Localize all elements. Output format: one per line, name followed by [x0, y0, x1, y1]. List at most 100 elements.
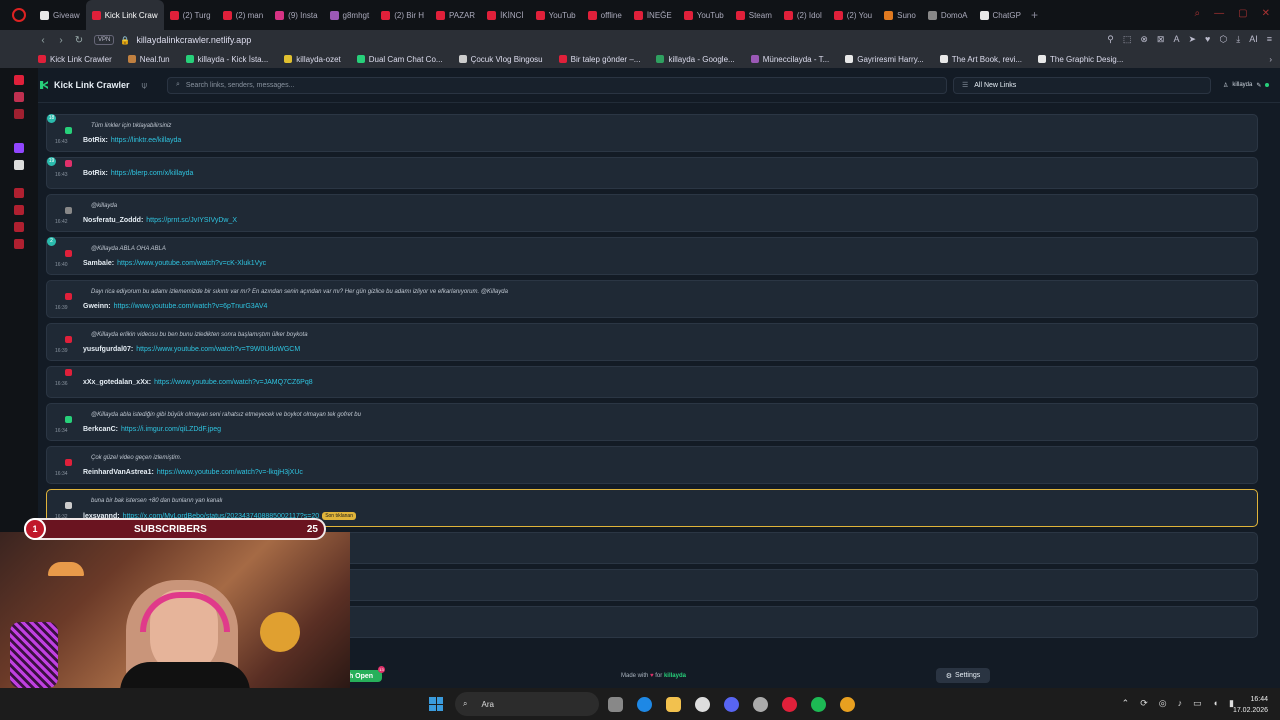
- windows-start-icon[interactable]: [429, 697, 443, 711]
- steam-tray-icon[interactable]: ◎: [1159, 698, 1167, 709]
- vpn-badge[interactable]: VPN: [94, 35, 115, 45]
- opera-logo-icon[interactable]: [12, 8, 26, 22]
- block-icon[interactable]: ⊗: [1140, 34, 1148, 45]
- bookmark-item[interactable]: killayda-ozet: [276, 55, 348, 64]
- reload-icon[interactable]: ↻: [70, 35, 88, 46]
- url-field[interactable]: killaydalinkcrawler.netlify.app: [136, 35, 251, 45]
- chrome-icon[interactable]: [840, 697, 855, 712]
- settings-button[interactable]: ⚙ Settings: [936, 668, 990, 683]
- bookmark-item[interactable]: Gayriresmi Harry...: [837, 55, 932, 64]
- taskbar-search[interactable]: ⌕ Ara: [455, 692, 599, 716]
- sync-icon[interactable]: ⟳: [1140, 698, 1148, 709]
- bookmark-item[interactable]: Bir talep gönder –...: [551, 55, 649, 64]
- ai-button[interactable]: AI: [1249, 34, 1258, 45]
- browser-tab[interactable]: İKİNCİ: [481, 0, 530, 30]
- browser-tab[interactable]: offline: [582, 0, 628, 30]
- browser-tab[interactable]: Suno: [878, 0, 922, 30]
- link-url[interactable]: https://www.youtube.com/watch?v=6pTnurG3…: [114, 303, 268, 310]
- discord-icon[interactable]: [724, 697, 739, 712]
- spotify-icon[interactable]: [811, 697, 826, 712]
- volume-icon[interactable]: ◖: [1213, 698, 1218, 709]
- translate-icon[interactable]: A: [1173, 34, 1179, 45]
- browser-tab[interactable]: İNEĞE: [628, 0, 678, 30]
- link-url[interactable]: https://www.youtube.com/watch?v=T9W0UdoW…: [136, 346, 300, 353]
- browser-tab[interactable]: PAZAR: [430, 0, 481, 30]
- link-url[interactable]: https://prnt.sc/JvIYSIVyDw_X: [146, 217, 237, 224]
- messenger-icon[interactable]: [14, 92, 24, 102]
- bookmark-item[interactable]: The Graphic Desig...: [1030, 55, 1131, 64]
- bookmark-item[interactable]: Kick Link Crawler: [30, 55, 120, 64]
- x-icon[interactable]: [14, 160, 24, 170]
- filter-dropdown[interactable]: ☰ All New Links: [952, 76, 1211, 94]
- browser-tab[interactable]: g8mhgt: [324, 0, 376, 30]
- mic-tray-icon[interactable]: ♪: [1178, 698, 1183, 709]
- browser-tab[interactable]: Kick Link Craw: [85, 0, 164, 30]
- link-card[interactable]: 19 16:43 BotRix: https://blerp.com/x/killay…: [46, 157, 1258, 189]
- task-view-icon[interactable]: [608, 697, 623, 712]
- link-url[interactable]: https://www.youtube.com/watch?v=cK-Xluk1…: [117, 260, 266, 267]
- edge-icon[interactable]: [637, 697, 652, 712]
- system-clock[interactable]: 16:44 17.02.2026: [1233, 694, 1268, 716]
- link-card[interactable]: 16:36 xXx_gotedalan_xXx: https://www.youtu…: [46, 366, 1258, 398]
- minimize-icon[interactable]: —: [1214, 8, 1224, 19]
- link-card[interactable]: 16:42 @killayda Nosferatu_Zoddd: https://pr…: [46, 194, 1258, 232]
- forward-icon[interactable]: ›: [52, 35, 70, 46]
- link-card[interactable]: 16:34 @Killayda abla istediğin gibi büyük…: [46, 403, 1258, 441]
- browser-tab[interactable]: Giveaw: [34, 0, 86, 30]
- close-window-icon[interactable]: ✕: [1262, 8, 1270, 19]
- tray-overflow-icon[interactable]: ⌃: [1122, 698, 1130, 709]
- browser-tab[interactable]: DomoA: [922, 0, 974, 30]
- screenshot-icon[interactable]: ⬚: [1123, 34, 1132, 45]
- aria-icon[interactable]: [14, 75, 24, 85]
- link-card[interactable]: 16:39 @Killayda erlikin videosu bu ben bu…: [46, 323, 1258, 361]
- link-url[interactable]: https://linktr.ee/killayda: [111, 137, 181, 144]
- file-explorer-icon[interactable]: [666, 697, 681, 712]
- new-tab-icon[interactable]: +: [1031, 8, 1038, 22]
- browser-tab[interactable]: (9) Insta: [269, 0, 323, 30]
- search-input[interactable]: ⌕ Search links, senders, messages...: [166, 76, 947, 94]
- browser-tab[interactable]: Steam: [730, 0, 778, 30]
- network-icon[interactable]: ▭: [1193, 698, 1202, 709]
- link-card[interactable]: 16:34 Çok güzel video geçen izlemiştim. Re…: [46, 446, 1258, 484]
- bookmark-item[interactable]: Neal.fun: [120, 55, 178, 64]
- search-tabs-icon[interactable]: ⌕: [1195, 8, 1201, 19]
- close-circle-icon[interactable]: ⊠: [1157, 34, 1165, 45]
- extensions-icon[interactable]: ⬡: [1219, 34, 1227, 45]
- back-icon[interactable]: ‹: [34, 35, 52, 46]
- trophy-icon[interactable]: ⍦: [142, 80, 147, 91]
- heart-icon[interactable]: ♥: [1205, 34, 1210, 45]
- link-url[interactable]: https://blerp.com/x/killayda: [111, 170, 193, 177]
- browser-tab[interactable]: YouTub: [678, 0, 730, 30]
- player-icon[interactable]: [14, 188, 24, 198]
- browser-tab[interactable]: (2) Bir H: [375, 0, 430, 30]
- bookmark-item[interactable]: Çocuk Vlog Bingosu: [451, 55, 551, 64]
- link-url[interactable]: https://i.imgur.com/qiLZDdF.jpeg: [121, 426, 221, 433]
- browser-tab[interactable]: YouTub: [530, 0, 582, 30]
- steam-icon[interactable]: [695, 697, 710, 712]
- browser-tab[interactable]: ChatGP: [974, 0, 1027, 30]
- link-url[interactable]: https://www.youtube.com/watch?v=JAMQ7CZ6…: [154, 379, 313, 386]
- footer-user[interactable]: killayda: [664, 673, 686, 679]
- browser-tab[interactable]: (2) Idol: [778, 0, 828, 30]
- maximize-icon[interactable]: ▢: [1238, 8, 1247, 19]
- app-icon[interactable]: [753, 697, 768, 712]
- pin-icon[interactable]: ⚲: [1107, 34, 1114, 45]
- link-card[interactable]: 2 16:40 @Killayda ABLA OHA ABLA Sambale: htt…: [46, 237, 1258, 275]
- browser-tab[interactable]: (2) You: [828, 0, 878, 30]
- opera-gx-icon[interactable]: [782, 697, 797, 712]
- history-icon[interactable]: [14, 205, 24, 215]
- browser-tab[interactable]: (2) man: [217, 0, 270, 30]
- user-info[interactable]: ♙ killayda ✎: [1223, 82, 1270, 89]
- bookmark-item[interactable]: Müneccilayda - T...: [743, 55, 838, 64]
- send-icon[interactable]: ➤: [1188, 34, 1196, 45]
- link-card[interactable]: 18 16:43 Tüm linkler için tıklayabilirsini…: [46, 114, 1258, 152]
- link-url[interactable]: https://www.youtube.com/watch?v=-lkqjH3j…: [157, 469, 303, 476]
- bookmark-item[interactable]: killayda - Google...: [648, 55, 742, 64]
- extensions-sidebar-icon[interactable]: [14, 222, 24, 232]
- download-icon[interactable]: ⤓: [1236, 34, 1240, 45]
- edit-icon[interactable]: ✎: [1256, 82, 1261, 89]
- settings-sidebar-icon[interactable]: [14, 239, 24, 249]
- twitch-icon[interactable]: [14, 143, 24, 153]
- bookmark-item[interactable]: killayda - Kick İsta...: [178, 55, 277, 64]
- vk-icon[interactable]: [14, 109, 24, 119]
